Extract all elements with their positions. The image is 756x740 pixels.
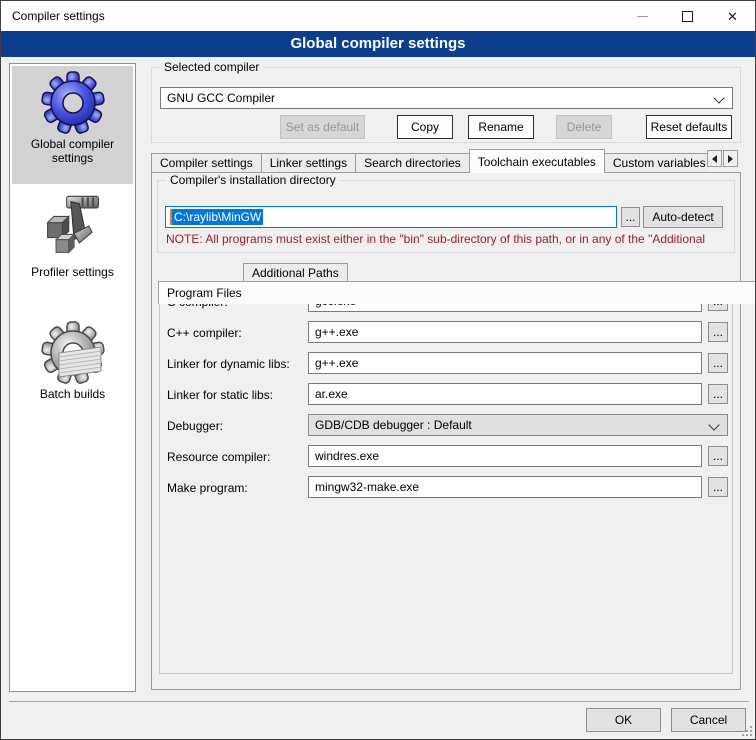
compiler-select-value: GNU GCC Compiler — [167, 91, 275, 105]
linker-static-browse-button[interactable]: ... — [708, 384, 728, 404]
cpp-compiler-value: g++.exe — [315, 325, 358, 339]
set-as-default-button[interactable]: Set as default — [280, 115, 365, 139]
tab-toolchain-executables[interactable]: Toolchain executables — [469, 149, 605, 173]
tab-search-directories[interactable]: Search directories — [355, 153, 470, 173]
linker-static-value: ar.exe — [315, 387, 348, 401]
reset-defaults-button[interactable]: Reset defaults — [646, 115, 732, 139]
sidebar-item-label: Batch builds — [12, 387, 133, 401]
resource-compiler-browse-button[interactable]: ... — [708, 446, 728, 466]
chevron-down-icon — [708, 419, 719, 430]
close-button[interactable]: ✕ — [710, 1, 755, 31]
linker-dynamic-label: Linker for dynamic libs: — [167, 357, 290, 371]
minimize-button[interactable] — [620, 1, 665, 31]
sidebar-item-label: Global compiler settings — [12, 137, 133, 165]
arrow-left-icon — [712, 155, 717, 163]
close-icon: ✕ — [727, 10, 738, 23]
delete-button[interactable]: Delete — [556, 115, 612, 139]
resize-grip[interactable] — [742, 726, 752, 736]
auto-detect-button[interactable]: Auto-detect — [643, 206, 723, 228]
sidebar-item-global-compiler-settings[interactable]: Global compiler settings — [12, 66, 133, 184]
bin-subdirectory-note: NOTE: All programs must exist either in … — [166, 232, 734, 246]
tab-scroll-left-button[interactable] — [707, 150, 722, 167]
settings-category-list: Global compiler settings — [9, 63, 136, 692]
tab-scroll-right-button[interactable] — [723, 150, 738, 167]
title-bar[interactable]: Compiler settings ✕ — [1, 1, 755, 31]
debugger-label: Debugger: — [167, 419, 223, 433]
resource-compiler-value: windres.exe — [315, 449, 379, 463]
maximize-button[interactable] — [665, 1, 710, 31]
gear-blue-icon — [41, 71, 105, 135]
tab-compiler-settings[interactable]: Compiler settings — [151, 153, 262, 173]
tab-linker-settings[interactable]: Linker settings — [261, 153, 356, 173]
installation-directory-input[interactable]: C:\raylib\MinGW — [165, 206, 617, 228]
compiler-select[interactable]: GNU GCC Compiler — [160, 87, 733, 109]
window-title: Compiler settings — [12, 9, 105, 23]
chevron-down-icon — [713, 92, 724, 103]
selected-compiler-group: Selected compiler GNU GCC Compiler Set a… — [151, 67, 741, 143]
resource-compiler-input[interactable]: windres.exe — [308, 445, 702, 467]
make-program-browse-button[interactable]: ... — [708, 477, 728, 497]
sidebar-item-profiler-settings[interactable]: Profiler settings — [12, 186, 133, 292]
sidebar-item-label: Profiler settings — [12, 265, 133, 279]
copy-button[interactable]: Copy — [397, 115, 453, 139]
cancel-button[interactable]: Cancel — [671, 708, 746, 732]
make-program-label: Make program: — [167, 481, 248, 495]
resource-compiler-label: Resource compiler: — [167, 450, 270, 464]
arrow-right-icon — [728, 155, 733, 163]
linker-static-label: Linker for static libs: — [167, 388, 273, 402]
linker-static-input[interactable]: ar.exe — [308, 383, 702, 405]
debugger-value: GDB/CDB debugger : Default — [315, 418, 472, 432]
selected-compiler-legend: Selected compiler — [160, 60, 263, 74]
settings-tab-bar: Compiler settings Linker settings Search… — [151, 149, 708, 173]
gear-stack-icon — [41, 321, 105, 385]
caliper-icon — [39, 191, 107, 263]
linker-dynamic-browse-button[interactable]: ... — [708, 353, 728, 373]
tab-custom-variables[interactable]: Custom variables — [604, 153, 708, 173]
browse-directory-button[interactable]: ... — [621, 207, 640, 227]
page-title: Global compiler settings — [1, 31, 755, 57]
cpp-compiler-input[interactable]: g++.exe — [308, 321, 702, 343]
footer-divider — [9, 701, 749, 702]
installation-directory-legend: Compiler's installation directory — [166, 173, 340, 187]
rename-button[interactable]: Rename — [468, 115, 534, 139]
make-program-value: mingw32-make.exe — [315, 480, 419, 494]
linker-dynamic-input[interactable]: g++.exe — [308, 352, 702, 374]
debugger-select[interactable]: GDB/CDB debugger : Default — [308, 414, 728, 436]
installation-directory-value: C:\raylib\MinGW — [172, 209, 263, 225]
cpp-compiler-label: C++ compiler: — [167, 326, 242, 340]
maximize-icon — [682, 11, 693, 22]
subtab-program-files[interactable]: Program Files — [158, 281, 756, 304]
compiler-settings-dialog: Compiler settings ✕ Global compiler sett… — [0, 0, 756, 740]
linker-dynamic-value: g++.exe — [315, 356, 358, 370]
cpp-compiler-browse-button[interactable]: ... — [708, 322, 728, 342]
make-program-input[interactable]: mingw32-make.exe — [308, 476, 702, 498]
sidebar-item-batch-builds[interactable]: Batch builds — [12, 316, 133, 412]
subtab-additional-paths[interactable]: Additional Paths — [243, 263, 348, 282]
ok-button[interactable]: OK — [586, 708, 661, 732]
minimize-icon — [637, 16, 648, 17]
